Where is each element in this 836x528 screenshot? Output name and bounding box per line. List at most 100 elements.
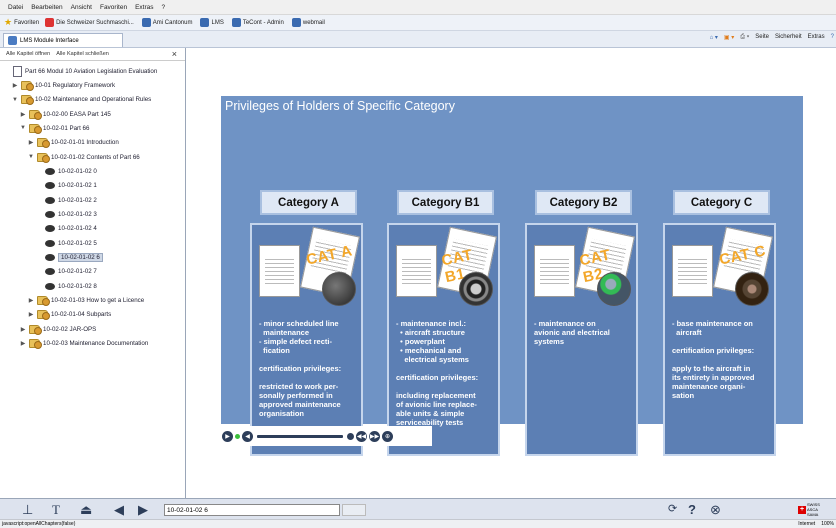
eject-icon[interactable]: ⏏ (80, 503, 92, 516)
tree-item[interactable]: ▶ 10-02-02 JAR-OPS (20, 323, 96, 335)
tree-item[interactable]: ▼ 10-02-01-02 Contents of Part 66 (28, 151, 140, 163)
tree-item[interactable]: ▶ 10-02-01-04 Subparts (28, 309, 111, 321)
collapsed-arrow-icon[interactable]: ▶ (12, 82, 18, 89)
tree-item[interactable]: ▶ 10-02-00 EASA Part 145 (20, 108, 111, 120)
tree-item[interactable]: 10-02-01-02 5 (36, 237, 97, 249)
tree-item[interactable]: ▶ 10-01 Regulatory Framework (12, 79, 115, 91)
zone-text: Internet (798, 521, 816, 527)
description-line: organisation (259, 409, 305, 418)
home-icon[interactable]: ⌂ ▾ (710, 34, 718, 41)
tree-item[interactable]: 10-02-01-02 7 (36, 266, 97, 278)
description-line: electrical systems (396, 355, 469, 364)
menu-item[interactable]: Datei (8, 4, 23, 11)
category-description: - minor scheduled line maintenance - simp… (259, 319, 361, 418)
folder-icon (37, 152, 50, 163)
tab-bar: LMS Module Interface ⌂ ▾ ▣ ▾ ⎙ ▾ Seite S… (0, 31, 836, 48)
tree-item[interactable]: 10-02-01-02 1 (36, 180, 97, 192)
rewind-icon[interactable]: ◀◀ (356, 430, 367, 442)
play-icon[interactable]: ▶ (222, 430, 233, 442)
navigation-bar: ⊥ T ⏏ ◀ ▶ ⟳ ? ⊗ + SWISS ASCA SAMA (0, 498, 836, 519)
folder-icon (21, 80, 34, 91)
tree-item[interactable]: 10-02-01-02 6 (36, 252, 103, 264)
next-icon[interactable]: ▶ (138, 503, 148, 516)
expand-all-link[interactable]: Alle Kapitel öffnen (6, 51, 50, 57)
go-button[interactable] (342, 504, 366, 516)
collapsed-arrow-icon[interactable]: ▶ (20, 326, 26, 333)
tree-item[interactable]: ▶ 10-02-03 Maintenance Documentation (20, 338, 148, 350)
collapse-all-link[interactable]: Alle Kapitel schließen (56, 51, 109, 57)
expanded-arrow-icon[interactable]: ▼ (28, 154, 34, 160)
folder-icon (29, 123, 42, 134)
favorites-button[interactable]: ★ Favoriten (4, 18, 39, 27)
favicon-icon (291, 18, 301, 27)
menu-item[interactable]: Ansicht (71, 4, 92, 11)
tool-extras[interactable]: Extras (808, 34, 825, 41)
collapsed-arrow-icon[interactable]: ▶ (28, 139, 34, 146)
close-icon[interactable]: ⊗ (710, 503, 721, 516)
favorite-label: webmail (302, 19, 325, 26)
collapsed-arrow-icon[interactable]: ▶ (20, 111, 26, 118)
forward-icon[interactable]: ▶▶ (369, 430, 380, 442)
browser-tab[interactable]: LMS Module Interface (3, 33, 123, 47)
folder-icon (29, 109, 42, 120)
expanded-arrow-icon[interactable]: ▼ (12, 97, 18, 103)
collapsed-arrow-icon[interactable]: ▶ (28, 297, 34, 304)
category-heading: Category B2 (535, 190, 632, 215)
tree-item-label: 10-02-01-02 3 (58, 211, 97, 218)
tree-item[interactable]: ▶ 10-02-01-03 How to get a Licence (28, 295, 144, 307)
collapsed-arrow-icon[interactable]: ▶ (20, 340, 26, 347)
feeds-icon[interactable]: ▣ ▾ (724, 34, 734, 41)
tree-item[interactable]: ▶ 10-02-01-01 Introduction (28, 137, 119, 149)
volume-icon[interactable]: ◀ (242, 430, 253, 442)
progress-slider[interactable] (257, 434, 343, 438)
previous-icon[interactable]: ◀ (114, 503, 124, 516)
description-line: certification privileges: (672, 346, 755, 355)
menu-item[interactable]: Bearbeiten (31, 4, 62, 11)
menu-bar: Datei Bearbeiten Ansicht Favoriten Extras? (0, 0, 836, 15)
tree-item[interactable]: 10-02-01-02 2 (36, 194, 97, 206)
favorite-link[interactable]: TeCont - Admin (231, 18, 284, 27)
tree-item[interactable]: Part 66 Modul 10 Aviation Legislation Ev… (4, 65, 157, 77)
page-field[interactable] (164, 504, 340, 516)
menu-item[interactable]: ? (162, 4, 166, 11)
pie-icon (45, 225, 55, 233)
favorite-link[interactable]: webmail (291, 18, 325, 27)
gear-photo (459, 272, 493, 306)
description-line: approved maintenance (259, 400, 341, 409)
tree-item[interactable]: 10-02-01-02 4 (36, 223, 97, 235)
close-icon[interactable]: × (172, 49, 177, 59)
tree-item-label: 10-02-01-02 8 (58, 282, 97, 290)
zoom-icon[interactable]: ⊕ (382, 430, 393, 442)
menu-item[interactable]: Extras (135, 4, 153, 11)
document-icon (672, 245, 713, 297)
tool-sicherheit[interactable]: Sicherheit (775, 34, 802, 41)
tool-seite[interactable]: Seite (755, 34, 769, 41)
menu-item[interactable]: Favoriten (100, 4, 127, 11)
help-icon[interactable]: ? (688, 503, 696, 516)
help-icon[interactable]: ? (831, 34, 834, 41)
description-line: systems (534, 337, 565, 346)
sitemap-icon[interactable]: ⊥ (22, 503, 33, 516)
text-icon[interactable]: T (52, 503, 60, 516)
favorite-link[interactable]: LMS (200, 18, 224, 27)
sidebar-header: Alle Kapitel öffnen Alle Kapitel schließ… (0, 48, 185, 61)
tree-item-label: 10-02-01-02 0 (58, 167, 97, 175)
zoom-text[interactable]: 100% (821, 521, 834, 527)
favorite-link[interactable]: Ami Cantonum (141, 18, 192, 27)
print-icon[interactable]: ⎙ ▾ (740, 34, 749, 41)
tree-item[interactable]: 10-02-01-02 3 (36, 209, 97, 221)
tree-item[interactable]: ▼ 10-02 Maintenance and Operational Rules (12, 94, 151, 106)
category-body: CAT C - base maintenance on aircraft certi… (663, 223, 776, 456)
slider-knob[interactable] (347, 432, 354, 440)
expanded-arrow-icon[interactable]: ▼ (20, 125, 26, 131)
favorite-link[interactable]: Die Schweizer Suchmaschi... (45, 18, 134, 27)
collapsed-arrow-icon[interactable]: ▶ (28, 311, 34, 318)
tree-item[interactable]: ▼ 10-02-01 Part 66 (20, 122, 89, 134)
tree-item[interactable]: 10-02-01-02 8 (36, 280, 97, 292)
tree-item[interactable]: 10-02-01-02 0 (36, 165, 97, 177)
folder-icon (37, 138, 50, 149)
refresh-icon[interactable]: ⟳ (668, 503, 677, 516)
